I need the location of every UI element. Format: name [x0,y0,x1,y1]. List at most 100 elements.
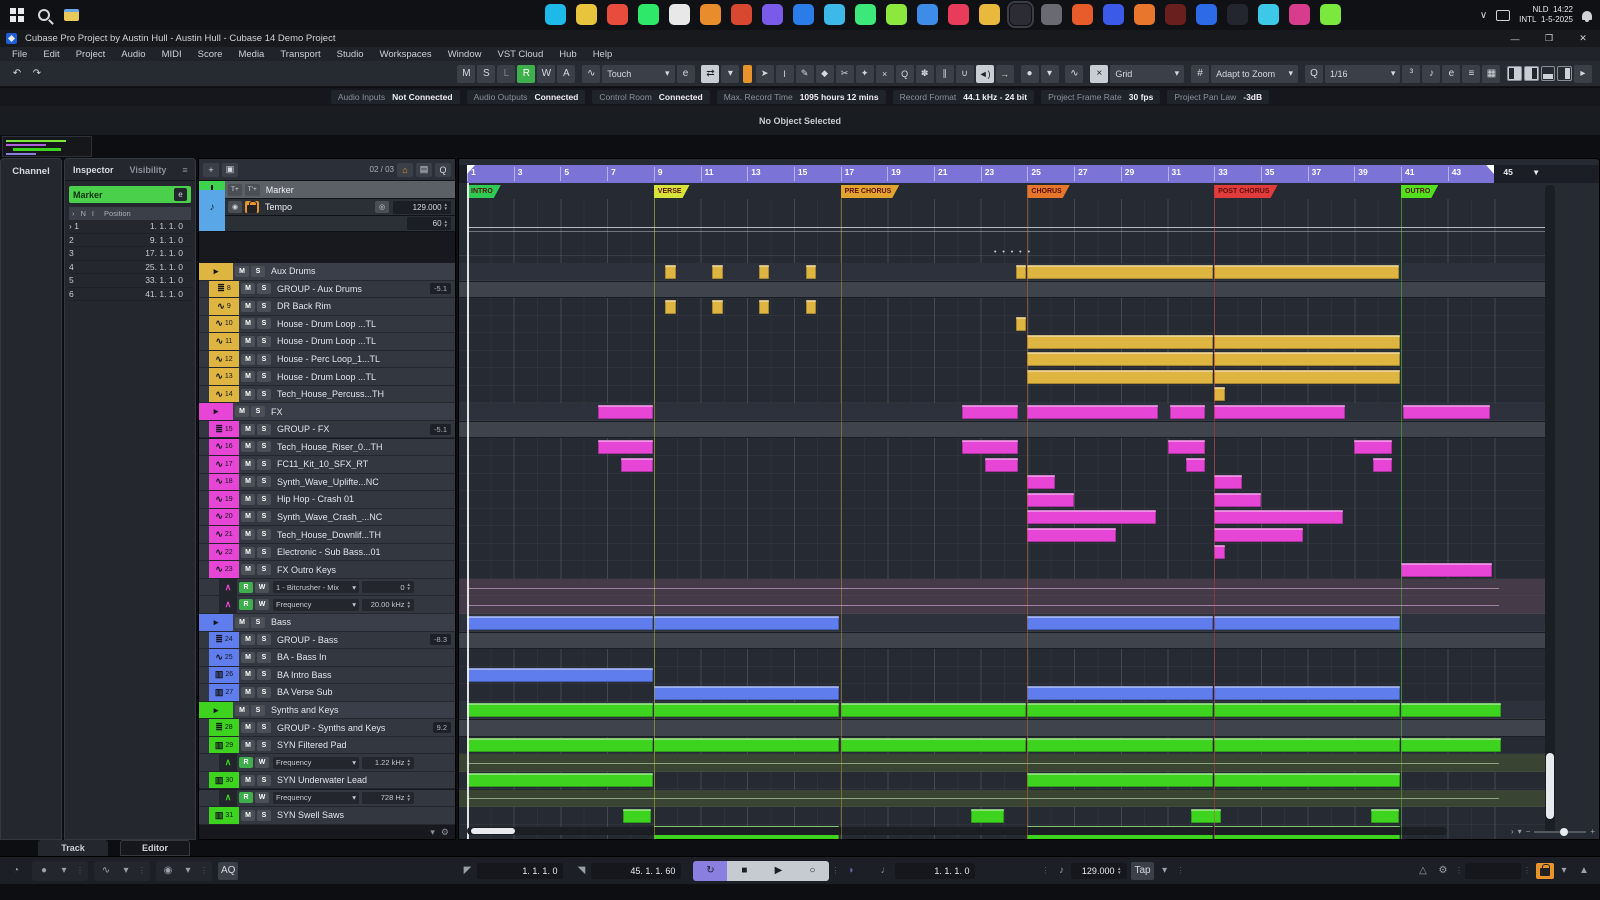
tab-editor[interactable]: Editor [120,840,190,856]
zone-toggle[interactable] [1557,66,1572,81]
right-zone-toggle[interactable] [1524,66,1539,81]
automation-icon[interactable]: ∿ [582,65,600,83]
cycle-end-flag-icon[interactable] [1486,165,1494,174]
clip[interactable] [1214,352,1400,366]
lower-zone-toggle[interactable] [1541,66,1556,81]
tap-tempo-button[interactable]: Tap [1131,862,1153,880]
triplet-icon[interactable]: ³ [1402,65,1420,83]
taskbar-app-icon[interactable] [700,4,721,25]
tempo-note-icon[interactable]: ♪ [1051,862,1071,880]
menu-edit[interactable]: Edit [35,49,67,60]
taskbar-app-icon[interactable] [545,4,566,25]
clip[interactable] [1214,387,1225,401]
zoom-menu-icon[interactable]: ▾ [1518,827,1522,836]
track-row[interactable]: ▸MSSynths and Keys [199,702,455,720]
clip[interactable] [1214,738,1400,752]
horizontal-scrollbar[interactable] [467,827,1447,835]
track-row[interactable]: ∿17MSFC11_Kit_10_SFX_RT [199,456,455,474]
clip[interactable] [712,300,723,314]
taskbar-app-icon[interactable] [1320,4,1341,25]
clip[interactable] [654,686,840,700]
automation-parameter-select[interactable]: 1 - Bitcrusher - Mix▾ [273,581,359,593]
time-warp-tool[interactable]: ∪ [956,65,974,83]
marker-flag[interactable]: CHORUS [1027,185,1069,198]
draw-tool[interactable]: ✎ [796,65,814,83]
menu-transport[interactable]: Transport [272,49,328,60]
cycle-start-flag-icon[interactable] [467,165,475,174]
clip[interactable] [1016,265,1027,279]
snap-icon[interactable]: × [1090,65,1108,83]
minimize-button[interactable]: — [1498,30,1532,47]
marker-flag[interactable]: INTRO [467,185,501,198]
right-locator-field[interactable]: 45. 1. 1. 60 [591,863,681,879]
clip[interactable] [985,458,1018,472]
metronome-settings-gear-icon[interactable]: ⚙ [1433,862,1453,880]
marker-list-item[interactable]: 317. 1. 1. 0 [69,247,191,261]
autoscroll-dropdown[interactable]: ▾ [721,65,739,83]
clip[interactable] [806,265,817,279]
cycle-button[interactable]: ↻ [693,861,727,881]
inspector-marker-section[interactable]: Marker e [69,186,191,203]
clip[interactable] [1371,809,1399,823]
track-agents-icon[interactable]: ▤ [416,163,432,177]
marker-track-row[interactable]: T+ T'+ Marker [199,181,455,199]
marker-flag[interactable]: VERSE [654,185,690,198]
menu-media[interactable]: Media [230,49,272,60]
color-tool-dropdown[interactable]: ▾ [1041,65,1059,83]
clip[interactable] [1214,686,1400,700]
global-m-button[interactable]: M [457,65,475,83]
clip[interactable] [1186,458,1205,472]
track-row[interactable]: ∿14MSTech_House_Percuss...TH [199,386,455,404]
clip[interactable] [1214,265,1398,279]
menu-score[interactable]: Score [190,49,231,60]
track-row[interactable]: ∿18MSSynth_Wave_Uplifte...NC [199,474,455,492]
close-button[interactable]: ✕ [1566,30,1600,47]
taskbar-app-icon[interactable] [979,4,1000,25]
tempo-mode-dropdown[interactable]: ▾ [1155,862,1175,880]
clip[interactable] [1027,352,1213,366]
automation-value-field[interactable]: 728 Hz▲▼ [362,792,414,804]
global-w-button[interactable]: W [537,65,555,83]
clip[interactable] [1191,809,1221,823]
status-project-frame-rate[interactable]: Project Frame Rate30 fps [1041,90,1160,104]
marker-list-item[interactable]: 425. 1. 1. 0 [69,261,191,275]
track-row[interactable]: ▸MSAux Drums [199,263,455,281]
taskbar-app-icon[interactable] [855,4,876,25]
clip[interactable] [654,738,840,752]
clip[interactable] [1027,703,1213,717]
zoom-out-icon[interactable]: − [1526,827,1531,836]
taskbar-app-icon[interactable] [1227,4,1248,25]
track-row[interactable]: ∧RWFrequency▾728 Hz▲▼ [199,790,455,808]
file-explorer-icon[interactable] [64,9,79,21]
tracklist-scroll-down-icon[interactable]: ▾ [430,827,435,838]
clip[interactable] [1027,493,1074,507]
status-control-room[interactable]: Control RoomConnected [592,90,709,104]
track-row[interactable]: ∿11MSHouse - Drum Loop ...TL [199,333,455,351]
clip[interactable] [1027,405,1158,419]
menu-audio[interactable]: Audio [113,49,153,60]
tempo-curve-line[interactable] [467,227,1549,228]
clip[interactable] [1027,738,1213,752]
status-audio-inputs[interactable]: Audio InputsNot Connected [331,90,460,104]
taskbar-app-icon[interactable] [1196,4,1217,25]
time-format-note-icon[interactable]: ♩ [875,862,895,880]
clip[interactable] [1027,528,1116,542]
automation-line[interactable] [467,605,1499,606]
clip[interactable] [1214,703,1400,717]
tracklist-settings-gear-icon[interactable]: ⚙ [441,827,449,838]
clip[interactable] [1027,616,1213,630]
tab-visibility[interactable]: Visibility [122,165,175,175]
color-tool-icon[interactable]: ● [1021,65,1039,83]
track-row[interactable]: ∿13MSHouse - Drum Loop ...TL [199,368,455,386]
redo-icon[interactable]: ↷ [28,65,46,83]
tempo-field[interactable]: 129.000 ▲▼ [1071,863,1127,879]
right-locator-flag-icon[interactable]: ◥ [571,862,591,880]
clip[interactable] [1401,703,1501,717]
clip[interactable] [621,458,653,472]
track-row[interactable]: ▥31MSSYN Swell Saws [199,807,455,825]
tab-inspector[interactable]: Inspector [65,165,122,175]
iterative-q-icon[interactable]: e [1442,65,1460,83]
tempo-sync-icon[interactable]: ◎ [375,201,389,213]
glue-tool[interactable]: ✦ [856,65,874,83]
folder-icon[interactable]: ▸ [199,403,233,420]
